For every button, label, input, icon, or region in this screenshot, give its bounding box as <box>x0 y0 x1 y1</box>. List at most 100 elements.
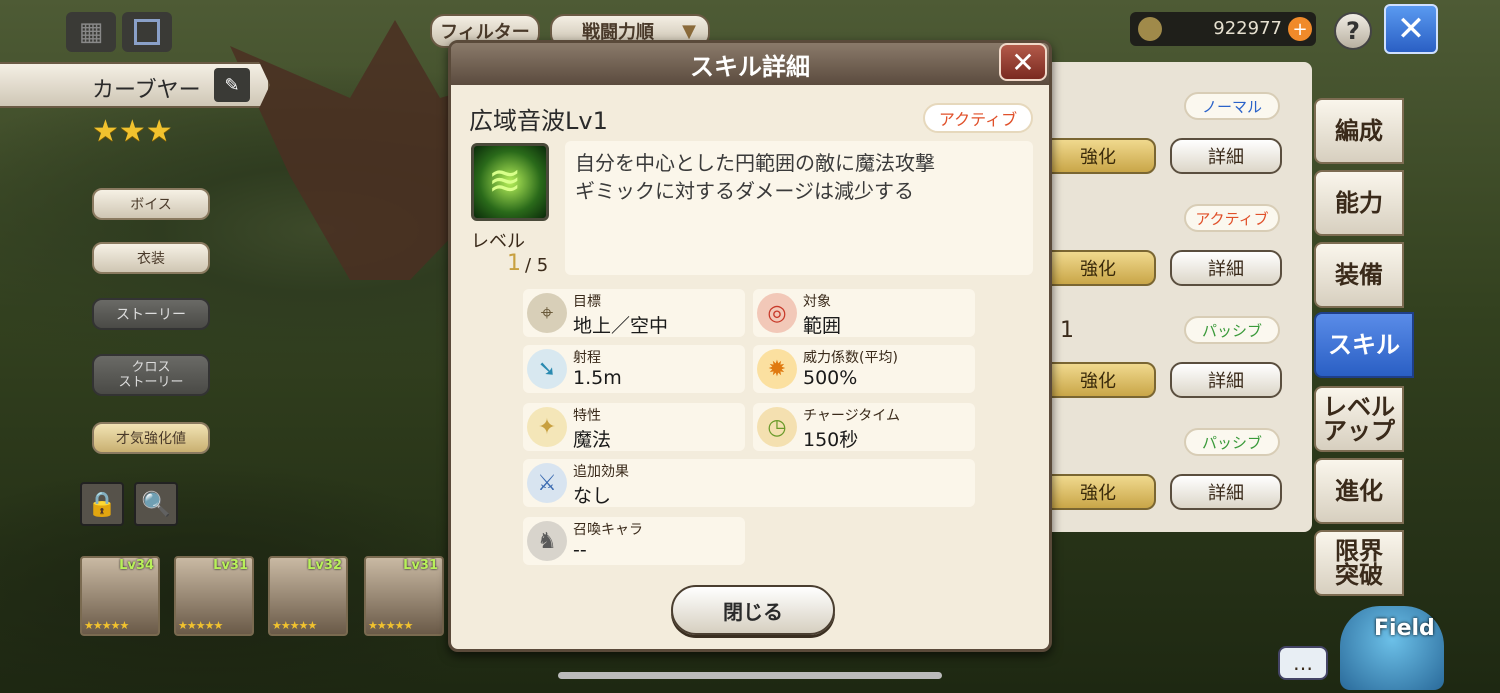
talent-label: 才気強化値 <box>116 431 186 447</box>
tab-level-up-label: レベル アップ <box>1323 393 1395 445</box>
square-icon <box>134 19 160 45</box>
tab-skill-label: スキル <box>1328 331 1400 359</box>
lock-button[interactable]: 🔒 <box>80 482 124 526</box>
skill-type-tag: ノーマル <box>1184 92 1280 120</box>
tab-ability-label: 能力 <box>1335 189 1383 217</box>
stat-summon: ♞ 召喚キャラ -- <box>523 517 745 565</box>
chat-bubble-icon: … <box>1293 651 1313 675</box>
stat-attribute: ✦ 特性 魔法 <box>523 403 745 451</box>
coin-icon <box>1138 17 1162 41</box>
dialog-close-button[interactable]: ✕ <box>999 43 1047 81</box>
stat-target: ⌖ 目標 地上／空中 <box>523 289 745 337</box>
plus-icon: + <box>1292 18 1308 40</box>
stat-value: 150秒 <box>803 429 859 451</box>
field-label: Field <box>1374 616 1435 641</box>
zoom-button[interactable]: 🔍 <box>134 482 178 526</box>
talent-button[interactable]: 才気強化値 <box>92 422 210 454</box>
voice-label: ボイス <box>130 197 172 213</box>
summon-creature-icon: ♞ <box>527 521 567 561</box>
strengthen-button[interactable]: 強化 <box>1040 362 1156 398</box>
clock-icon: ◷ <box>757 407 797 447</box>
tab-formation-label: 編成 <box>1335 117 1383 145</box>
party-member-3[interactable]: Lv32 ★★★★★ <box>268 556 348 636</box>
description-line: ギミックに対するダメージは減少する <box>575 179 914 203</box>
pen-icon: ✎ <box>224 74 240 96</box>
party-member-stars: ★★★★★ <box>368 619 413 632</box>
dialog-header: スキル詳細 ✕ <box>451 43 1049 85</box>
stat-scope: ◎ 対象 範囲 <box>753 289 975 337</box>
detail-button[interactable]: 詳細 <box>1170 362 1282 398</box>
tab-formation[interactable]: 編成 <box>1314 98 1404 164</box>
magnifier-icon: 🔍 <box>141 490 171 518</box>
skill-row: パッシブ 強化 詳細 <box>1040 424 1290 524</box>
tab-equipment[interactable]: 装備 <box>1314 242 1404 308</box>
add-currency-button[interactable]: + <box>1288 17 1312 41</box>
skill-type-tag: アクティブ <box>923 103 1033 133</box>
story-label: ストーリー <box>116 307 186 323</box>
party-member-2[interactable]: Lv31 ★★★★★ <box>174 556 254 636</box>
character-name: カーブヤー <box>92 78 201 103</box>
character-rarity: ★★★ <box>92 114 173 149</box>
single-view-button[interactable] <box>122 12 172 52</box>
currency-value: 922977 <box>1213 18 1282 39</box>
close-dialog-label: 閉じる <box>723 599 783 624</box>
explosion-icon: ✹ <box>757 349 797 389</box>
skill-list-panel: ノーマル 強化 詳細 アクティブ 強化 詳細 1 パッシブ 強化 詳細 パッシブ… <box>1040 62 1312 532</box>
dialog-title: スキル詳細 <box>690 52 810 81</box>
close-icon: ✕ <box>1011 45 1035 79</box>
skill-row: 1 パッシブ 強化 詳細 <box>1040 312 1290 412</box>
skill-description: 自分を中心とした円範囲の敵に魔法攻撃 ギミックに対するダメージは減少する <box>565 141 1033 275</box>
cross-story-button[interactable]: クロス ストーリー <box>92 354 210 396</box>
skill-type-tag: パッシブ <box>1184 316 1280 344</box>
tab-skill[interactable]: スキル <box>1314 312 1414 378</box>
party-member-level: Lv32 <box>307 558 342 573</box>
stat-power: ✹ 威力係数(平均) 500% <box>753 345 975 393</box>
currency-display: 922977 + <box>1130 12 1316 46</box>
detail-button[interactable]: 詳細 <box>1170 474 1282 510</box>
voice-button[interactable]: ボイス <box>92 188 210 220</box>
tab-limit-break[interactable]: 限界 突破 <box>1314 530 1404 596</box>
range-arrow-icon: ➘ <box>527 349 567 389</box>
lock-icon: 🔒 <box>87 490 117 518</box>
strengthen-button[interactable]: 強化 <box>1040 250 1156 286</box>
tab-limit-break-label: 限界 突破 <box>1335 537 1383 589</box>
help-button[interactable]: ? <box>1334 12 1372 50</box>
skill-type-tag: パッシブ <box>1184 428 1280 456</box>
skill-name-fragment: 1 <box>1060 318 1074 343</box>
chat-button[interactable]: … <box>1278 646 1328 680</box>
rename-button[interactable]: ✎ <box>214 68 250 102</box>
stat-label: 召喚キャラ <box>573 522 643 538</box>
tab-ability[interactable]: 能力 <box>1314 170 1404 236</box>
grid-view-button[interactable]: ▦ <box>66 12 116 52</box>
party-member-stars: ★★★★★ <box>84 619 129 632</box>
stat-value: 魔法 <box>573 429 612 451</box>
stat-label: 対象 <box>803 294 831 310</box>
stat-value: 地上／空中 <box>573 315 669 337</box>
skill-detail-dialog: スキル詳細 ✕ 広域音波Lv1 アクティブ ≋ レベル 1 / 5 自分を中心と… <box>448 40 1052 652</box>
party-member-4[interactable]: Lv31 ★★★★★ <box>364 556 444 636</box>
stat-value: 500% <box>803 367 858 389</box>
skill-name: 広域音波Lv1 <box>469 107 608 135</box>
stat-label: 特性 <box>573 408 601 424</box>
tab-evolution[interactable]: 進化 <box>1314 458 1404 524</box>
party-member-stars: ★★★★★ <box>178 619 223 632</box>
grid-icon: ▦ <box>78 17 104 47</box>
story-button[interactable]: ストーリー <box>92 298 210 330</box>
close-dialog-button[interactable]: 閉じる <box>671 585 835 635</box>
detail-button[interactable]: 詳細 <box>1170 138 1282 174</box>
area-target-icon: ◎ <box>757 293 797 333</box>
exit-button[interactable]: ✕ <box>1384 4 1438 54</box>
costume-button[interactable]: 衣装 <box>92 242 210 274</box>
tab-level-up[interactable]: レベル アップ <box>1314 386 1404 452</box>
detail-button[interactable]: 詳細 <box>1170 250 1282 286</box>
close-icon: ✕ <box>1396 9 1426 49</box>
costume-label: 衣装 <box>137 251 165 267</box>
stat-value: -- <box>573 539 587 561</box>
field-button[interactable]: Field <box>1340 606 1444 690</box>
strengthen-button[interactable]: 強化 <box>1040 474 1156 510</box>
description-line: 自分を中心とした円範囲の敵に魔法攻撃 <box>575 151 935 175</box>
party-member-1[interactable]: Lv34 ★★★★★ <box>80 556 160 636</box>
strengthen-button[interactable]: 強化 <box>1040 138 1156 174</box>
cross-story-label: クロス ストーリー <box>118 360 184 390</box>
party-member-stars: ★★★★★ <box>272 619 317 632</box>
